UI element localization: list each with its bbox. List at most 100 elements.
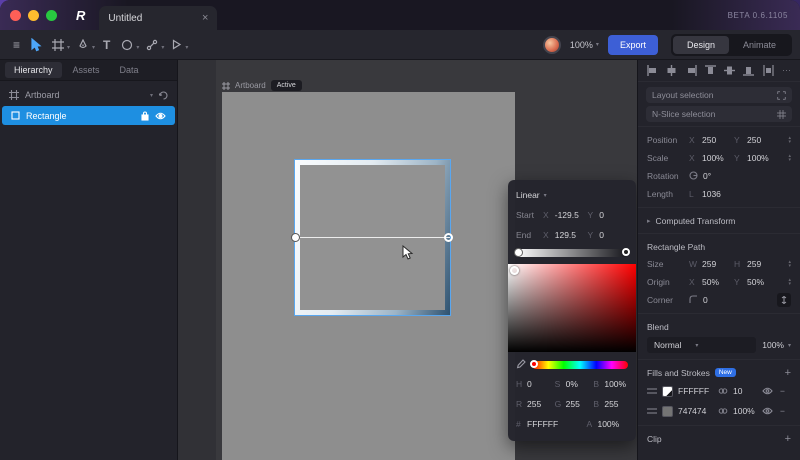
end-y-field[interactable]: 0 bbox=[599, 230, 628, 240]
expand-chevron-icon[interactable]: ▸ bbox=[647, 217, 651, 225]
visibility-eye-icon[interactable] bbox=[155, 112, 166, 120]
fill-color-swatch[interactable] bbox=[662, 405, 673, 417]
fill-hex-field[interactable]: 747474 bbox=[678, 406, 713, 416]
rive-logo[interactable]: R bbox=[76, 8, 85, 23]
corner-radius-field[interactable]: 0 bbox=[703, 295, 730, 305]
reorder-handle-icon[interactable] bbox=[647, 407, 657, 415]
gradient-type-dropdown[interactable]: Linear ▾ bbox=[516, 190, 547, 200]
rotation-dial-icon[interactable] bbox=[689, 170, 698, 182]
tab-animate[interactable]: Animate bbox=[729, 36, 790, 54]
bone-tool-button[interactable] bbox=[141, 34, 163, 56]
stroke-color-swatch[interactable] bbox=[662, 385, 673, 397]
tab-design[interactable]: Design bbox=[672, 35, 729, 54]
gradient-start-handle[interactable] bbox=[291, 233, 300, 242]
nslice-selection-button[interactable]: N-Slice selection bbox=[646, 106, 792, 122]
tab-assets[interactable]: Assets bbox=[64, 62, 109, 78]
artboard-header[interactable]: Artboard Active bbox=[222, 80, 302, 91]
origin-y-field[interactable]: 50% bbox=[747, 277, 774, 287]
play-tool-chevron-icon[interactable]: ▾ bbox=[185, 44, 188, 51]
menu-icon[interactable]: ≡ bbox=[8, 34, 25, 56]
rotation-field[interactable]: 0° bbox=[703, 171, 730, 181]
align-center-horizontal-icon[interactable] bbox=[666, 65, 677, 76]
add-clip-button[interactable]: + bbox=[785, 433, 791, 445]
zoom-dropdown[interactable]: 100% ▾ bbox=[570, 40, 599, 50]
shape-tool-chevron-icon[interactable]: ▾ bbox=[136, 44, 139, 51]
gradient-axis-line[interactable] bbox=[295, 237, 450, 238]
play-tool-button[interactable] bbox=[166, 34, 187, 56]
minimize-window-button[interactable] bbox=[28, 9, 39, 21]
export-button[interactable]: Export bbox=[607, 34, 658, 55]
user-avatar[interactable] bbox=[542, 35, 561, 54]
position-stepper[interactable]: ▴ ▾ bbox=[788, 135, 791, 145]
text-tool-button[interactable]: T bbox=[97, 38, 116, 52]
size-w-field[interactable]: 259 bbox=[702, 259, 729, 269]
green-field[interactable]: 255 bbox=[566, 399, 580, 409]
scale-x-field[interactable]: 100% bbox=[702, 153, 729, 163]
visibility-eye-icon[interactable] bbox=[762, 387, 773, 395]
tree-item-rectangle[interactable]: Rectangle bbox=[2, 106, 175, 125]
blue-field[interactable]: 255 bbox=[604, 399, 618, 409]
reorder-handle-icon[interactable] bbox=[647, 387, 657, 395]
blend-mode-dropdown[interactable]: Normal ▾ bbox=[647, 337, 757, 353]
artboard-tool-chevron-icon[interactable]: ▾ bbox=[67, 44, 70, 51]
scale-y-field[interactable]: 100% bbox=[747, 153, 774, 163]
distribute-icon[interactable] bbox=[763, 65, 774, 76]
tree-item-artboard[interactable]: Artboard ▾ bbox=[0, 85, 177, 105]
size-stepper[interactable]: ▴ ▾ bbox=[788, 259, 791, 269]
gradient-stops-bar[interactable] bbox=[514, 248, 630, 257]
size-h-field[interactable]: 259 bbox=[747, 259, 774, 269]
pen-tool-button[interactable] bbox=[72, 34, 94, 56]
align-bottom-icon[interactable] bbox=[743, 65, 755, 76]
hue-slider[interactable] bbox=[530, 359, 628, 369]
align-middle-vertical-icon[interactable] bbox=[724, 65, 736, 76]
computed-transform-header[interactable]: ▸ Computed Transform bbox=[638, 212, 800, 229]
scale-stepper[interactable]: ▴ ▾ bbox=[788, 153, 791, 163]
gradient-stop-dark[interactable] bbox=[622, 248, 630, 256]
remove-stroke-button[interactable]: − bbox=[780, 386, 785, 396]
start-y-field[interactable]: 0 bbox=[599, 210, 628, 220]
more-align-options-icon[interactable]: ⋯ bbox=[782, 65, 791, 76]
position-x-field[interactable]: 250 bbox=[702, 135, 729, 145]
fill-opacity-field[interactable]: 100% bbox=[733, 406, 757, 416]
align-top-icon[interactable] bbox=[704, 65, 716, 76]
stroke-thickness-field[interactable]: 10 bbox=[733, 386, 757, 396]
length-field[interactable]: 1036 bbox=[702, 189, 729, 199]
stroke-hex-field[interactable]: FFFFFF bbox=[678, 386, 713, 396]
pen-tool-chevron-icon[interactable]: ▾ bbox=[92, 44, 95, 51]
lock-icon[interactable] bbox=[141, 111, 149, 121]
hue-slider-handle[interactable] bbox=[530, 359, 538, 368]
align-left-icon[interactable] bbox=[647, 65, 658, 76]
corner-link-button[interactable] bbox=[777, 293, 791, 307]
eyedropper-icon[interactable] bbox=[516, 359, 526, 370]
fullscreen-window-button[interactable] bbox=[46, 9, 57, 21]
align-right-icon[interactable] bbox=[686, 65, 697, 76]
sv-picker-handle[interactable] bbox=[510, 266, 519, 275]
origin-stepper[interactable]: ▴ ▾ bbox=[788, 277, 791, 287]
select-tool-button[interactable] bbox=[25, 34, 47, 56]
saturation-field[interactable]: 0% bbox=[566, 379, 580, 389]
artboard-tool-button[interactable] bbox=[47, 34, 69, 56]
close-window-button[interactable] bbox=[10, 9, 21, 21]
sync-icon[interactable] bbox=[159, 90, 168, 100]
alpha-field[interactable]: 100% bbox=[597, 419, 619, 429]
fill-row[interactable]: 747474 100% − bbox=[638, 401, 800, 421]
gradient-stop-white[interactable] bbox=[514, 248, 523, 257]
blend-opacity-dropdown[interactable]: 100% ▾ bbox=[762, 340, 791, 350]
remove-fill-button[interactable]: − bbox=[780, 406, 785, 416]
tab-hierarchy[interactable]: Hierarchy bbox=[5, 62, 62, 78]
visibility-eye-icon[interactable] bbox=[762, 407, 773, 415]
gradient-end-handle[interactable] bbox=[444, 233, 453, 242]
layout-selection-button[interactable]: Layout selection bbox=[646, 87, 792, 103]
document-tab[interactable]: Untitled × bbox=[99, 6, 218, 30]
shape-tool-button[interactable] bbox=[116, 34, 138, 56]
add-fill-button[interactable]: + bbox=[785, 367, 791, 379]
hue-field[interactable]: 0 bbox=[527, 379, 541, 389]
canvas[interactable]: Artboard Active Linear ▾ Start X -129.5 … bbox=[178, 60, 637, 460]
bone-tool-chevron-icon[interactable]: ▾ bbox=[161, 44, 164, 51]
brightness-field[interactable]: 100% bbox=[604, 379, 626, 389]
link-icon[interactable] bbox=[718, 407, 728, 415]
collapse-chevron-icon[interactable]: ▾ bbox=[150, 92, 153, 99]
link-icon[interactable] bbox=[718, 387, 728, 395]
position-y-field[interactable]: 250 bbox=[747, 135, 774, 145]
tab-data[interactable]: Data bbox=[111, 62, 148, 78]
